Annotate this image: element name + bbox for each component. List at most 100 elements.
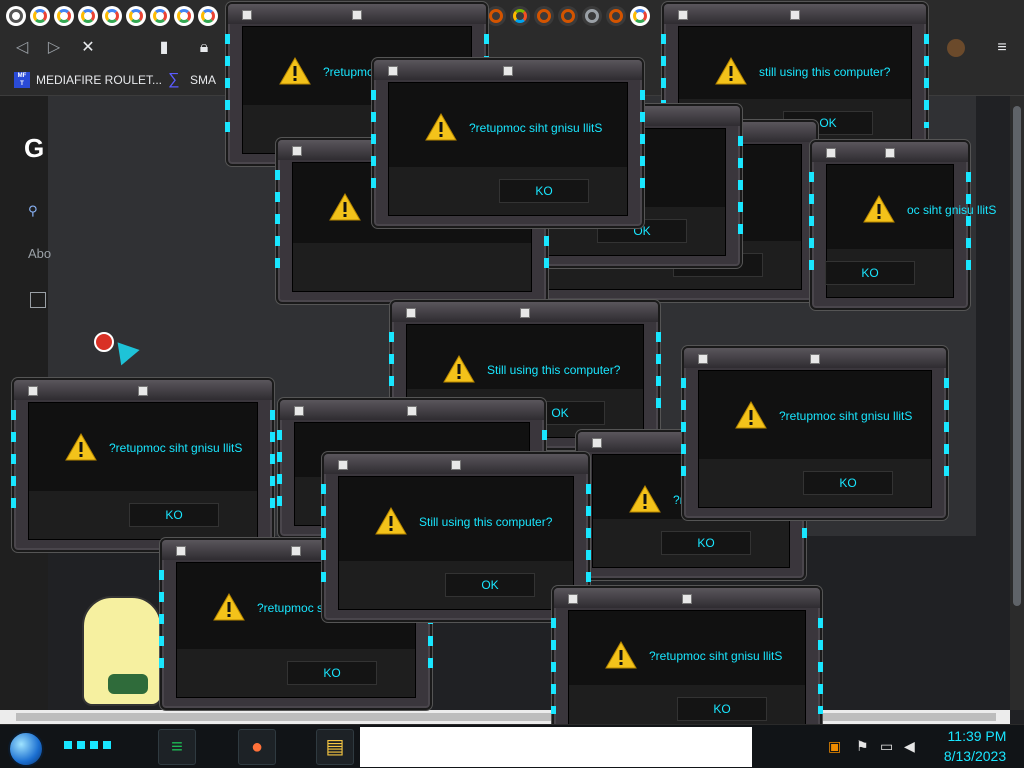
google-tab-icon[interactable] [78, 6, 98, 26]
google-tab-icon[interactable] [198, 6, 218, 26]
tab-icon[interactable] [486, 6, 506, 26]
history-icon[interactable] [6, 6, 26, 26]
window-handle-icon[interactable] [885, 148, 895, 158]
google-tab-icon[interactable] [126, 6, 146, 26]
volume-icon[interactable]: ◀ [904, 739, 915, 753]
avatar[interactable] [944, 36, 968, 60]
google-tab-icon[interactable] [54, 6, 74, 26]
window-handle-icon[interactable] [451, 460, 461, 470]
ok-button[interactable]: KO [677, 697, 767, 721]
window-handle-icon[interactable] [176, 546, 186, 556]
frame-lights [656, 332, 661, 418]
bookmark-favicon-icon: ∑ [168, 71, 180, 88]
ok-button[interactable]: KO [499, 179, 589, 203]
ok-button[interactable]: KO [661, 531, 751, 555]
dialog-message: ?retupmoc siht gnisu llitS [469, 121, 603, 135]
frame-lights [738, 136, 743, 236]
window-handle-icon[interactable] [698, 354, 708, 364]
taskbar-decoration [64, 741, 114, 749]
window-handle-icon[interactable] [28, 386, 38, 396]
window-handle-icon[interactable] [388, 66, 398, 76]
close-icon[interactable]: ✕ [76, 36, 100, 60]
warning-dialog[interactable]: ?retupmoc siht gnisu llitS KO [11, 378, 275, 552]
google-tab-icon[interactable] [630, 6, 650, 26]
menu-icon[interactable]: ≡ [990, 36, 1014, 60]
forward-arrow-icon[interactable]: ▷ [42, 36, 66, 60]
frame-lights [159, 570, 164, 678]
dialog-body: oc siht gnisu llitS KO [825, 164, 996, 298]
video-icon[interactable] [30, 292, 46, 308]
window-handle-icon[interactable] [294, 406, 304, 416]
window-handle-icon[interactable] [291, 546, 301, 556]
window-handle-icon[interactable] [407, 406, 417, 416]
window-handle-icon[interactable] [678, 10, 688, 20]
window-handle-icon[interactable] [568, 594, 578, 604]
dialog-message: Still using this computer? [419, 515, 553, 529]
warning-dialog[interactable]: ?retupmoc siht gnisu llitS KO [551, 586, 823, 746]
google-tab-icon[interactable] [102, 6, 122, 26]
window-handle-icon[interactable] [242, 10, 252, 20]
window-handle-icon[interactable] [503, 66, 513, 76]
google-tab-icon[interactable] [150, 6, 170, 26]
warning-icon [863, 194, 895, 223]
window-handle-icon[interactable] [826, 148, 836, 158]
network-icon[interactable]: ▭ [880, 739, 893, 753]
frame-lights [371, 90, 376, 196]
taskbar-app-button[interactable]: ▤ [316, 729, 354, 765]
warning-dialog[interactable]: ?retupmoc siht gnisu llitS KO [681, 346, 949, 520]
clock-date[interactable]: 8/13/2023 [934, 748, 1016, 764]
bookmark-icon[interactable]: ▮ [152, 36, 176, 60]
dialog-message: Still using this computer? [487, 363, 621, 377]
window-handle-icon[interactable] [406, 308, 416, 318]
window-handle-icon[interactable] [592, 438, 602, 448]
warning-dialog[interactable]: oc siht gnisu llitS KO [809, 140, 996, 310]
google-tab-icon[interactable] [174, 6, 194, 26]
ok-button[interactable]: KO [803, 471, 893, 495]
tab-icon[interactable] [606, 6, 626, 26]
ok-button[interactable]: KO [287, 661, 377, 685]
scrollbar-thumb[interactable] [16, 713, 996, 721]
microsoft-tab-icon[interactable] [510, 6, 530, 26]
tray-app-icon[interactable]: ▣ [828, 739, 841, 753]
tab-icon[interactable] [534, 6, 554, 26]
dialog-body: ?retupmoc siht gnisu llitS KO [388, 82, 628, 216]
window-handle-icon[interactable] [520, 308, 530, 318]
bookmark-item[interactable]: MF T MEDIAFIRE ROULET... [14, 71, 162, 89]
ok-button[interactable]: KO [129, 503, 219, 527]
search-icon[interactable]: ⚲ [28, 203, 38, 219]
ok-button[interactable]: OK [445, 573, 535, 597]
dialog-message: ?retupmoc siht gnisu llitS [779, 409, 913, 423]
flag-icon[interactable]: ⚑ [856, 739, 869, 753]
vertical-scrollbar[interactable] [1010, 96, 1024, 710]
globe-tab-icon[interactable] [582, 6, 602, 26]
avatar-image [947, 39, 965, 57]
frame-lights [277, 430, 282, 506]
dialog-body: ?retupmoc siht gnisu llitS KO [28, 402, 258, 540]
window-handle-icon[interactable] [352, 10, 362, 20]
window-handle-icon[interactable] [682, 594, 692, 604]
tab-icon[interactable] [558, 6, 578, 26]
window-handle-icon[interactable] [810, 354, 820, 364]
back-arrow-icon[interactable]: ◁ [10, 36, 34, 60]
warning-dialog[interactable]: ?retupmoc siht gnisu llitS KO [371, 58, 645, 228]
warning-icon [375, 506, 407, 535]
ok-button[interactable]: KO [825, 261, 915, 285]
google-logo: G [24, 133, 45, 163]
scrollbar-thumb[interactable] [1013, 106, 1021, 606]
window-handle-icon[interactable] [338, 460, 348, 470]
frame-lights [586, 484, 591, 590]
google-tab-icon[interactable] [30, 6, 50, 26]
frame-lights [11, 410, 16, 520]
warning-dialog[interactable]: Still using this computer? OK [321, 452, 591, 622]
file-explorer-icon: ▤ [325, 736, 345, 758]
horizontal-scrollbar[interactable] [0, 710, 1010, 724]
window-handle-icon[interactable] [292, 146, 302, 156]
clock-time[interactable]: 11:39 PM [938, 728, 1016, 744]
dialog-body: Still using this computer? OK [338, 476, 574, 610]
taskbar-app-button[interactable]: ● [238, 729, 276, 765]
window-handle-icon[interactable] [138, 386, 148, 396]
start-button[interactable] [8, 731, 44, 767]
window-handle-icon[interactable] [790, 10, 800, 20]
bookmark-item[interactable]: ∑ SMA [168, 71, 216, 89]
taskbar-app-button[interactable]: ≡ [158, 729, 196, 765]
